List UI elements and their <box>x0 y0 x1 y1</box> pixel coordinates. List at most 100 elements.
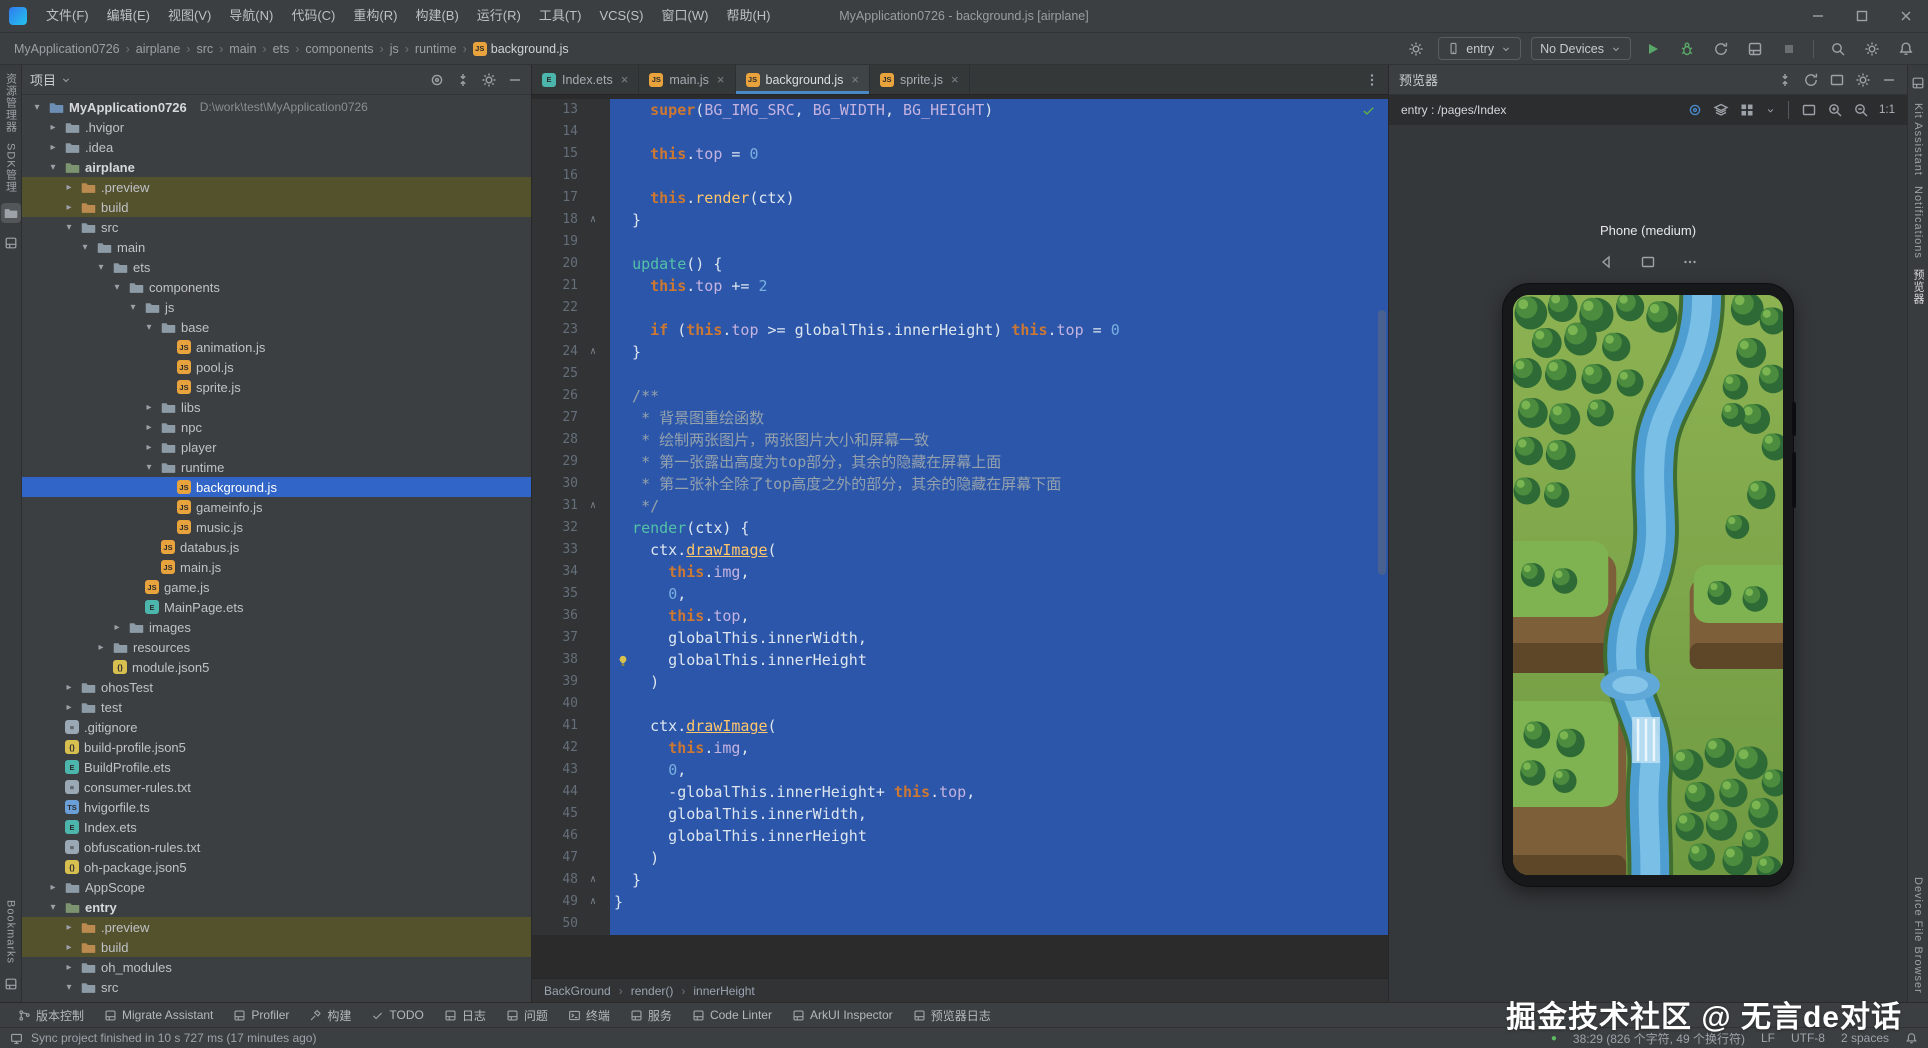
code-line[interactable]: 41 ctx.drawImage( <box>532 715 1388 737</box>
breadcrumb-item[interactable]: airplane <box>136 42 180 56</box>
tool-button-resource-manager[interactable]: 资源管理器 <box>3 73 19 133</box>
tree-row[interactable]: {} module.json5 <box>22 657 531 677</box>
code-line[interactable]: 14 <box>532 121 1388 143</box>
chevron-right-icon[interactable]: ▸ <box>46 122 60 133</box>
code-line[interactable]: 19 <box>532 231 1388 253</box>
code-line[interactable]: 24 ∧ } <box>532 341 1388 363</box>
chevron-down-icon[interactable]: ▾ <box>62 982 76 993</box>
close-tab-icon[interactable]: × <box>621 72 629 87</box>
tree-row[interactable]: ▾ ets <box>22 257 531 277</box>
collapse-all-icon[interactable] <box>455 72 471 88</box>
close-tab-icon[interactable]: × <box>851 72 859 87</box>
tree-row[interactable]: JS databus.js <box>22 537 531 557</box>
close-button[interactable] <box>1884 0 1928 32</box>
tree-row[interactable]: ▾ runtime <box>22 457 531 477</box>
chevron-right-icon[interactable]: ▸ <box>62 942 76 953</box>
tree-row[interactable]: ≡ consumer-rules.txt <box>22 777 531 797</box>
tree-row[interactable]: ▾ js <box>22 297 531 317</box>
tool-button-device-file-browser[interactable]: Device File Browser <box>1912 877 1924 994</box>
configuration-icon[interactable] <box>1404 38 1428 60</box>
chevron-down-icon[interactable]: ▾ <box>78 242 92 253</box>
menu-item[interactable]: 帮助(H) <box>717 0 779 32</box>
tree-row[interactable]: JS gameinfo.js <box>22 497 531 517</box>
code-line[interactable]: 31 ∧ */ <box>532 495 1388 517</box>
device-profile-label[interactable]: Phone (medium) <box>1600 223 1696 238</box>
chevron-right-icon[interactable]: ▸ <box>46 882 60 893</box>
code-line[interactable]: 47 ) <box>532 847 1388 869</box>
code-editor[interactable]: 13 super(BG_IMG_SRC, BG_WIDTH, BG_HEIGHT… <box>532 95 1388 978</box>
search-everywhere-button[interactable] <box>1826 38 1850 60</box>
profiler-button[interactable] <box>1743 38 1767 60</box>
tree-row[interactable]: ▾ MyApplication0726 D:\work\test\MyApplica… <box>22 97 531 117</box>
editor-tab[interactable]: E Index.ets × <box>532 65 640 94</box>
menu-item[interactable]: 视图(V) <box>159 0 220 32</box>
inspections-ok-icon[interactable] <box>1361 103 1376 122</box>
code-line[interactable]: 16 <box>532 165 1388 187</box>
tree-row[interactable]: ▸ build <box>22 937 531 957</box>
chevron-right-icon[interactable]: ▸ <box>46 142 60 153</box>
tree-row[interactable]: ▸ .hvigor <box>22 117 531 137</box>
hide-previewer-icon[interactable] <box>1881 72 1897 88</box>
menu-item[interactable]: 工具(T) <box>530 0 591 32</box>
code-line[interactable]: 37 globalThis.innerWidth, <box>532 627 1388 649</box>
tree-row[interactable]: ▸ .preview <box>22 177 531 197</box>
code-line[interactable]: 48 ∧ } <box>532 869 1388 891</box>
chevron-right-icon[interactable]: ▸ <box>62 922 76 933</box>
tree-row[interactable]: E BuildProfile.ets <box>22 757 531 777</box>
chevron-down-icon[interactable]: ▾ <box>94 262 108 273</box>
editor-scrollbar[interactable] <box>1378 310 1386 575</box>
tool-button-previewer[interactable]: 预览器 <box>1910 269 1926 305</box>
code-line[interactable]: 32 render(ctx) { <box>532 517 1388 539</box>
chevron-right-icon[interactable]: ▸ <box>110 622 124 633</box>
right-stripe-icon[interactable] <box>1908 73 1928 93</box>
breadcrumb-item[interactable]: JS background.js <box>472 41 569 56</box>
breadcrumb-item[interactable]: MyApplication0726 <box>14 42 120 56</box>
code-line[interactable]: 40 <box>532 693 1388 715</box>
toolwindow-button[interactable]: ArkUI Inspector <box>784 1003 901 1027</box>
chevron-down-icon[interactable]: ▾ <box>46 902 60 913</box>
breadcrumb-item[interactable]: components <box>305 42 373 56</box>
project-tool-button[interactable] <box>0 202 21 223</box>
layers-icon[interactable] <box>1713 102 1729 118</box>
tree-row[interactable]: ▸ build <box>22 197 531 217</box>
float-window-icon[interactable] <box>1829 72 1845 88</box>
code-line[interactable]: 23 if (this.top >= globalThis.innerHeigh… <box>532 319 1388 341</box>
tree-row[interactable]: TS hvigorfile.ts <box>22 797 531 817</box>
code-line[interactable]: 34 this.img, <box>532 561 1388 583</box>
code-line[interactable]: 26 /** <box>532 385 1388 407</box>
chevron-down-icon[interactable]: ▾ <box>142 322 156 333</box>
code-line[interactable]: 38 globalThis.innerHeight <box>532 649 1388 671</box>
code-line[interactable]: 35 0, <box>532 583 1388 605</box>
code-line[interactable]: 28 * 绘制两张图片，两张图片大小和屏幕一致 <box>532 429 1388 451</box>
notifications-bell-icon[interactable] <box>1905 1032 1918 1045</box>
menu-item[interactable]: 构建(B) <box>406 0 467 32</box>
tree-row[interactable]: E MainPage.ets <box>22 597 531 617</box>
code-line[interactable]: 46 globalThis.innerHeight <box>532 825 1388 847</box>
orientation-icon[interactable] <box>1640 254 1656 270</box>
tree-row[interactable]: JS sprite.js <box>22 377 531 397</box>
code-line[interactable]: 17 this.render(ctx) <box>532 187 1388 209</box>
menu-item[interactable]: 代码(C) <box>282 0 344 32</box>
editor-tab[interactable]: JS background.js × <box>735 65 870 94</box>
code-line[interactable]: 25 <box>532 363 1388 385</box>
chevron-down-icon[interactable] <box>1765 105 1776 116</box>
toolwindow-button[interactable]: 日志 <box>436 1003 494 1027</box>
tool-button-sdk-manager[interactable]: SDK管理 <box>3 143 19 193</box>
tree-row[interactable]: ≡ obfuscation-rules.txt <box>22 837 531 857</box>
toolwindow-button[interactable]: 服务 <box>622 1003 680 1027</box>
locate-file-icon[interactable] <box>429 72 445 88</box>
toolwindow-button[interactable]: Profiler <box>225 1003 297 1027</box>
toolwindow-button[interactable]: 问题 <box>498 1003 556 1027</box>
chevron-down-icon[interactable]: ▾ <box>62 222 76 233</box>
code-line[interactable]: 43 0, <box>532 759 1388 781</box>
code-line[interactable]: 13 super(BG_IMG_SRC, BG_WIDTH, BG_HEIGHT… <box>532 99 1388 121</box>
menu-item[interactable]: 文件(F) <box>37 0 98 32</box>
tree-row[interactable]: ▸ AppScope <box>22 877 531 897</box>
breadcrumb-item[interactable]: ets <box>273 42 290 56</box>
menu-item[interactable]: 重构(R) <box>344 0 406 32</box>
tree-row[interactable]: ▸ npc <box>22 417 531 437</box>
chevron-right-icon[interactable]: ▸ <box>62 182 76 193</box>
code-line[interactable]: 42 this.img, <box>532 737 1388 759</box>
tree-row[interactable]: JS music.js <box>22 517 531 537</box>
editor-breadcrumb-item[interactable]: innerHeight <box>693 984 754 998</box>
